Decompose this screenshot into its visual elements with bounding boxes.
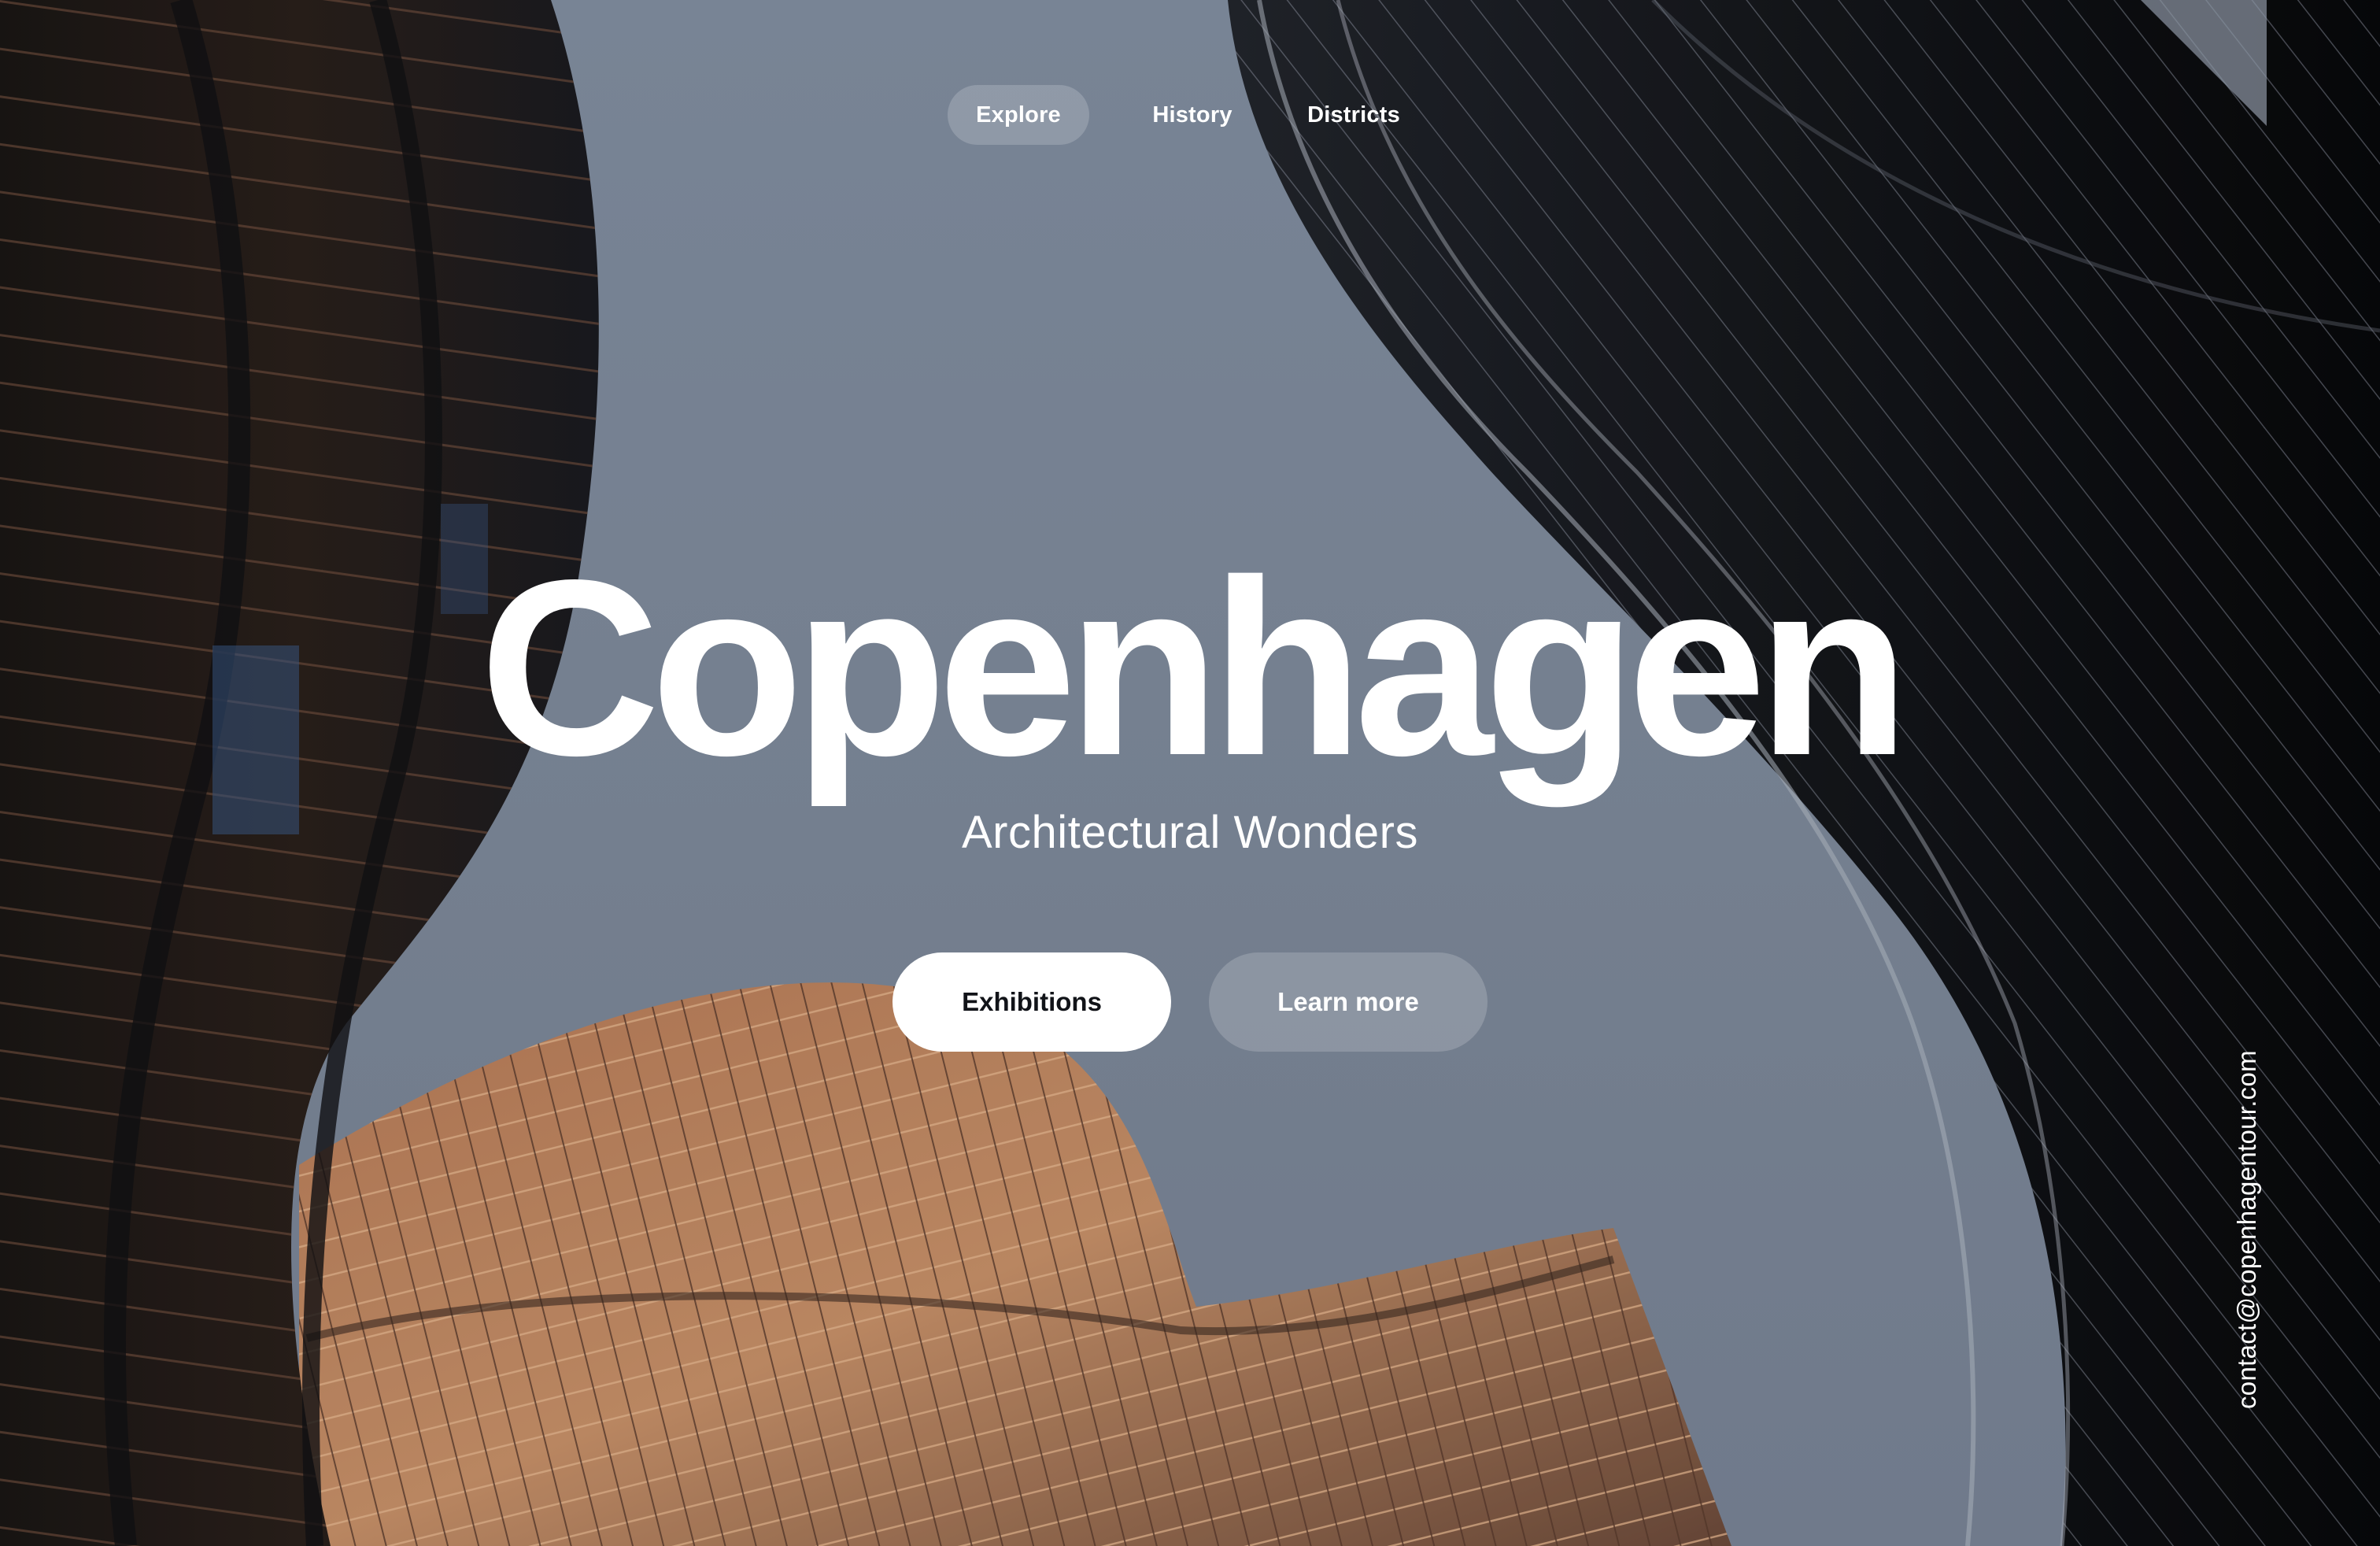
learn-more-button[interactable]: Learn more [1209,952,1488,1052]
hero-subtitle: Architectural Wonders [962,807,1418,858]
nav-item-history[interactable]: History [1133,85,1251,145]
hero-title: Copenhagen [479,528,1910,808]
nav-item-districts[interactable]: Districts [1291,85,1417,145]
hero-section: Explore History Districts Copenhagen Arc… [0,0,2380,1546]
exhibitions-button[interactable]: Exhibitions [893,952,1171,1052]
nav-item-explore[interactable]: Explore [948,85,1089,145]
top-navigation: Explore History Districts [948,85,1436,145]
contact-email-link[interactable]: contact@copenhagentour.com [2232,1050,2262,1409]
